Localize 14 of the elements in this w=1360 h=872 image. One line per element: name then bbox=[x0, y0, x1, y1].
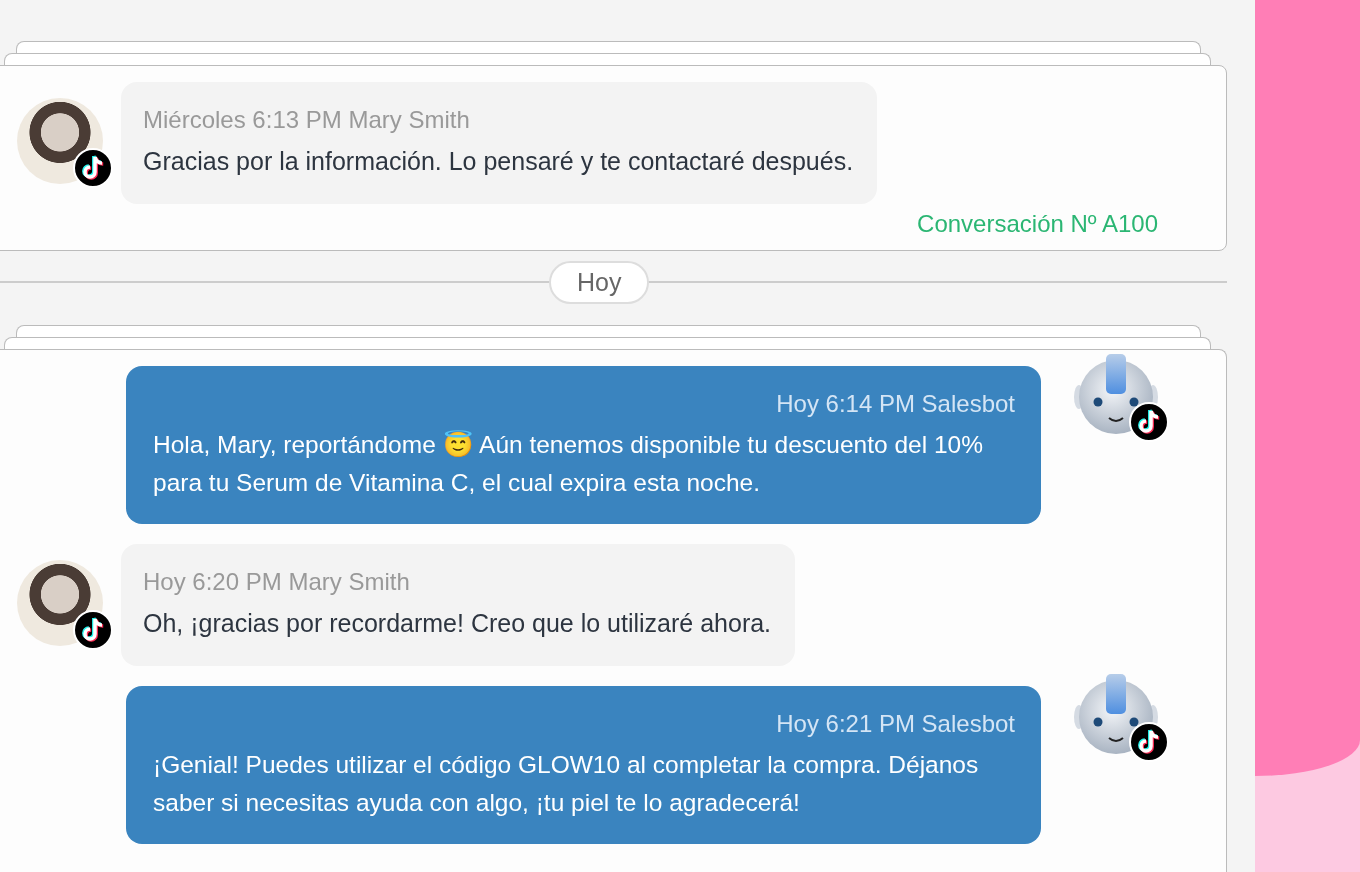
date-divider: Hoy bbox=[549, 260, 650, 304]
music-note-icon bbox=[73, 148, 113, 188]
message-text: ¡Genial! Puedes utilizar el código GLOW10 al completar la compra. Déjanos saber si necesitas ayuda con algo, ¡tu piel te lo agradecerá! bbox=[153, 750, 980, 818]
music-note-icon bbox=[73, 610, 113, 650]
music-note-icon bbox=[1129, 722, 1169, 762]
message-text: Gracias por la información. Lo pensaré y te contactaré después. bbox=[143, 146, 854, 177]
message-meta: Hoy 6:20 PM Mary Smith bbox=[143, 567, 411, 597]
message-text: Oh, ¡gracias por recordarme! Creo que lo utilizaré ahora. bbox=[143, 608, 772, 639]
message-meta: Miércoles 6:13 PM Mary Smith bbox=[143, 105, 471, 135]
message-text: Hola, Mary, reportándome 😇 Aún tenemos disponible tu descuento del 10% para tu Serum de Vitamina C, el cual expira esta noche. bbox=[153, 429, 984, 498]
music-note-icon bbox=[1129, 402, 1169, 442]
message-meta: Hoy 6:14 PM Salesbot bbox=[775, 389, 1015, 419]
message-meta: Hoy 6:21 PM Salesbot bbox=[775, 709, 1015, 739]
conversation-number: Conversación Nº A100 bbox=[916, 210, 1159, 238]
